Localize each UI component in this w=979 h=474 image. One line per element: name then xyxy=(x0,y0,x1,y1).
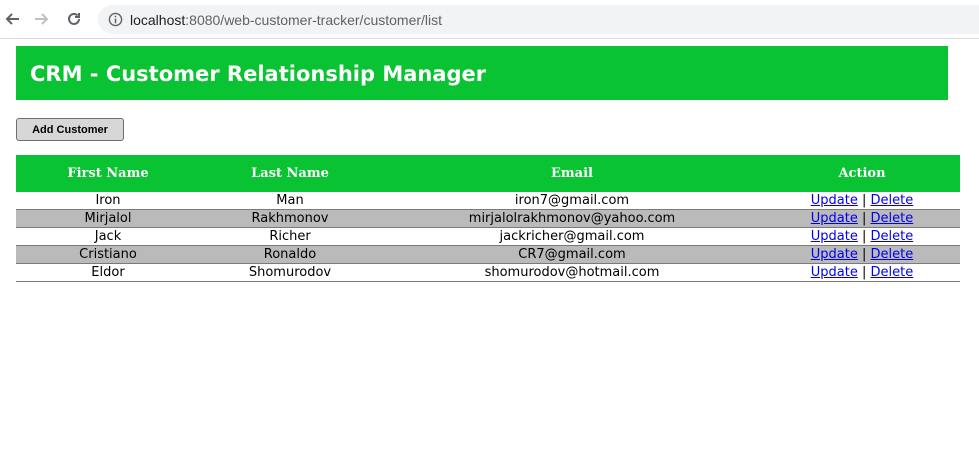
info-icon[interactable] xyxy=(108,12,123,32)
cell-first-name: Cristiano xyxy=(16,245,200,264)
cell-action: Update | Delete xyxy=(764,227,960,246)
cell-action: Update | Delete xyxy=(764,209,960,228)
cell-email: iron7@gmail.com xyxy=(380,192,764,210)
forward-arrow-icon[interactable] xyxy=(32,9,52,29)
page-header: CRM - Customer Relationship Manager xyxy=(16,46,948,100)
table-row: Cristiano Ronaldo CR7@gmail.com Update |… xyxy=(16,245,960,264)
table-row: Eldor Shomurodov shomurodov@hotmail.com … xyxy=(16,263,960,282)
update-link[interactable]: Update xyxy=(811,211,858,226)
cell-email: CR7@gmail.com xyxy=(380,245,764,264)
cell-last-name: Man xyxy=(200,192,380,210)
customer-table: First Name Last Name Email Action Iron M… xyxy=(16,155,960,282)
delete-link[interactable]: Delete xyxy=(871,193,914,208)
cell-action: Update | Delete xyxy=(764,245,960,264)
cell-email: jackricher@gmail.com xyxy=(380,227,764,246)
cell-first-name: Mirjalol xyxy=(16,209,200,228)
update-link[interactable]: Update xyxy=(811,265,858,280)
url-text[interactable]: localhost:8080/web-customer-tracker/cust… xyxy=(130,12,442,28)
cell-action: Update | Delete xyxy=(764,263,960,282)
column-header-last-name: Last Name xyxy=(200,155,380,192)
add-customer-button[interactable]: Add Customer xyxy=(16,118,124,141)
column-header-email: Email xyxy=(380,155,764,192)
back-arrow-icon[interactable] xyxy=(2,9,22,29)
delete-link[interactable]: Delete xyxy=(871,229,914,244)
address-bar[interactable]: localhost:8080/web-customer-tracker/cust… xyxy=(98,5,979,34)
column-header-action: Action xyxy=(764,155,960,192)
delete-link[interactable]: Delete xyxy=(871,265,914,280)
action-separator: | xyxy=(861,265,867,280)
update-link[interactable]: Update xyxy=(811,193,858,208)
action-separator: | xyxy=(861,211,867,226)
table-row: Iron Man iron7@gmail.com Update | Delete xyxy=(16,192,960,210)
page-title: CRM - Customer Relationship Manager xyxy=(30,62,487,86)
cell-first-name: Iron xyxy=(16,192,200,210)
table-row: Mirjalol Rakhmonov mirjalolrakhmonov@yah… xyxy=(16,209,960,228)
cell-last-name: Shomurodov xyxy=(200,263,380,282)
cell-email: shomurodov@hotmail.com xyxy=(380,263,764,282)
cell-last-name: Rakhmonov xyxy=(200,209,380,228)
update-link[interactable]: Update xyxy=(811,229,858,244)
url-path: :8080/web-customer-tracker/customer/list xyxy=(185,12,443,28)
delete-link[interactable]: Delete xyxy=(871,247,914,262)
delete-link[interactable]: Delete xyxy=(871,211,914,226)
table-header-row: First Name Last Name Email Action xyxy=(16,155,960,192)
action-separator: | xyxy=(861,229,867,244)
url-host: localhost xyxy=(130,12,186,28)
action-separator: | xyxy=(861,193,867,208)
column-header-first-name: First Name xyxy=(16,155,200,192)
action-separator: | xyxy=(861,247,867,262)
cell-email: mirjalolrakhmonov@yahoo.com xyxy=(380,209,764,228)
update-link[interactable]: Update xyxy=(811,247,858,262)
cell-last-name: Ronaldo xyxy=(200,245,380,264)
cell-first-name: Eldor xyxy=(16,263,200,282)
table-row: Jack Richer jackricher@gmail.com Update … xyxy=(16,227,960,246)
cell-first-name: Jack xyxy=(16,227,200,246)
browser-toolbar: localhost:8080/web-customer-tracker/cust… xyxy=(0,0,979,39)
reload-icon[interactable] xyxy=(64,9,84,29)
cell-last-name: Richer xyxy=(200,227,380,246)
cell-action: Update | Delete xyxy=(764,192,960,210)
